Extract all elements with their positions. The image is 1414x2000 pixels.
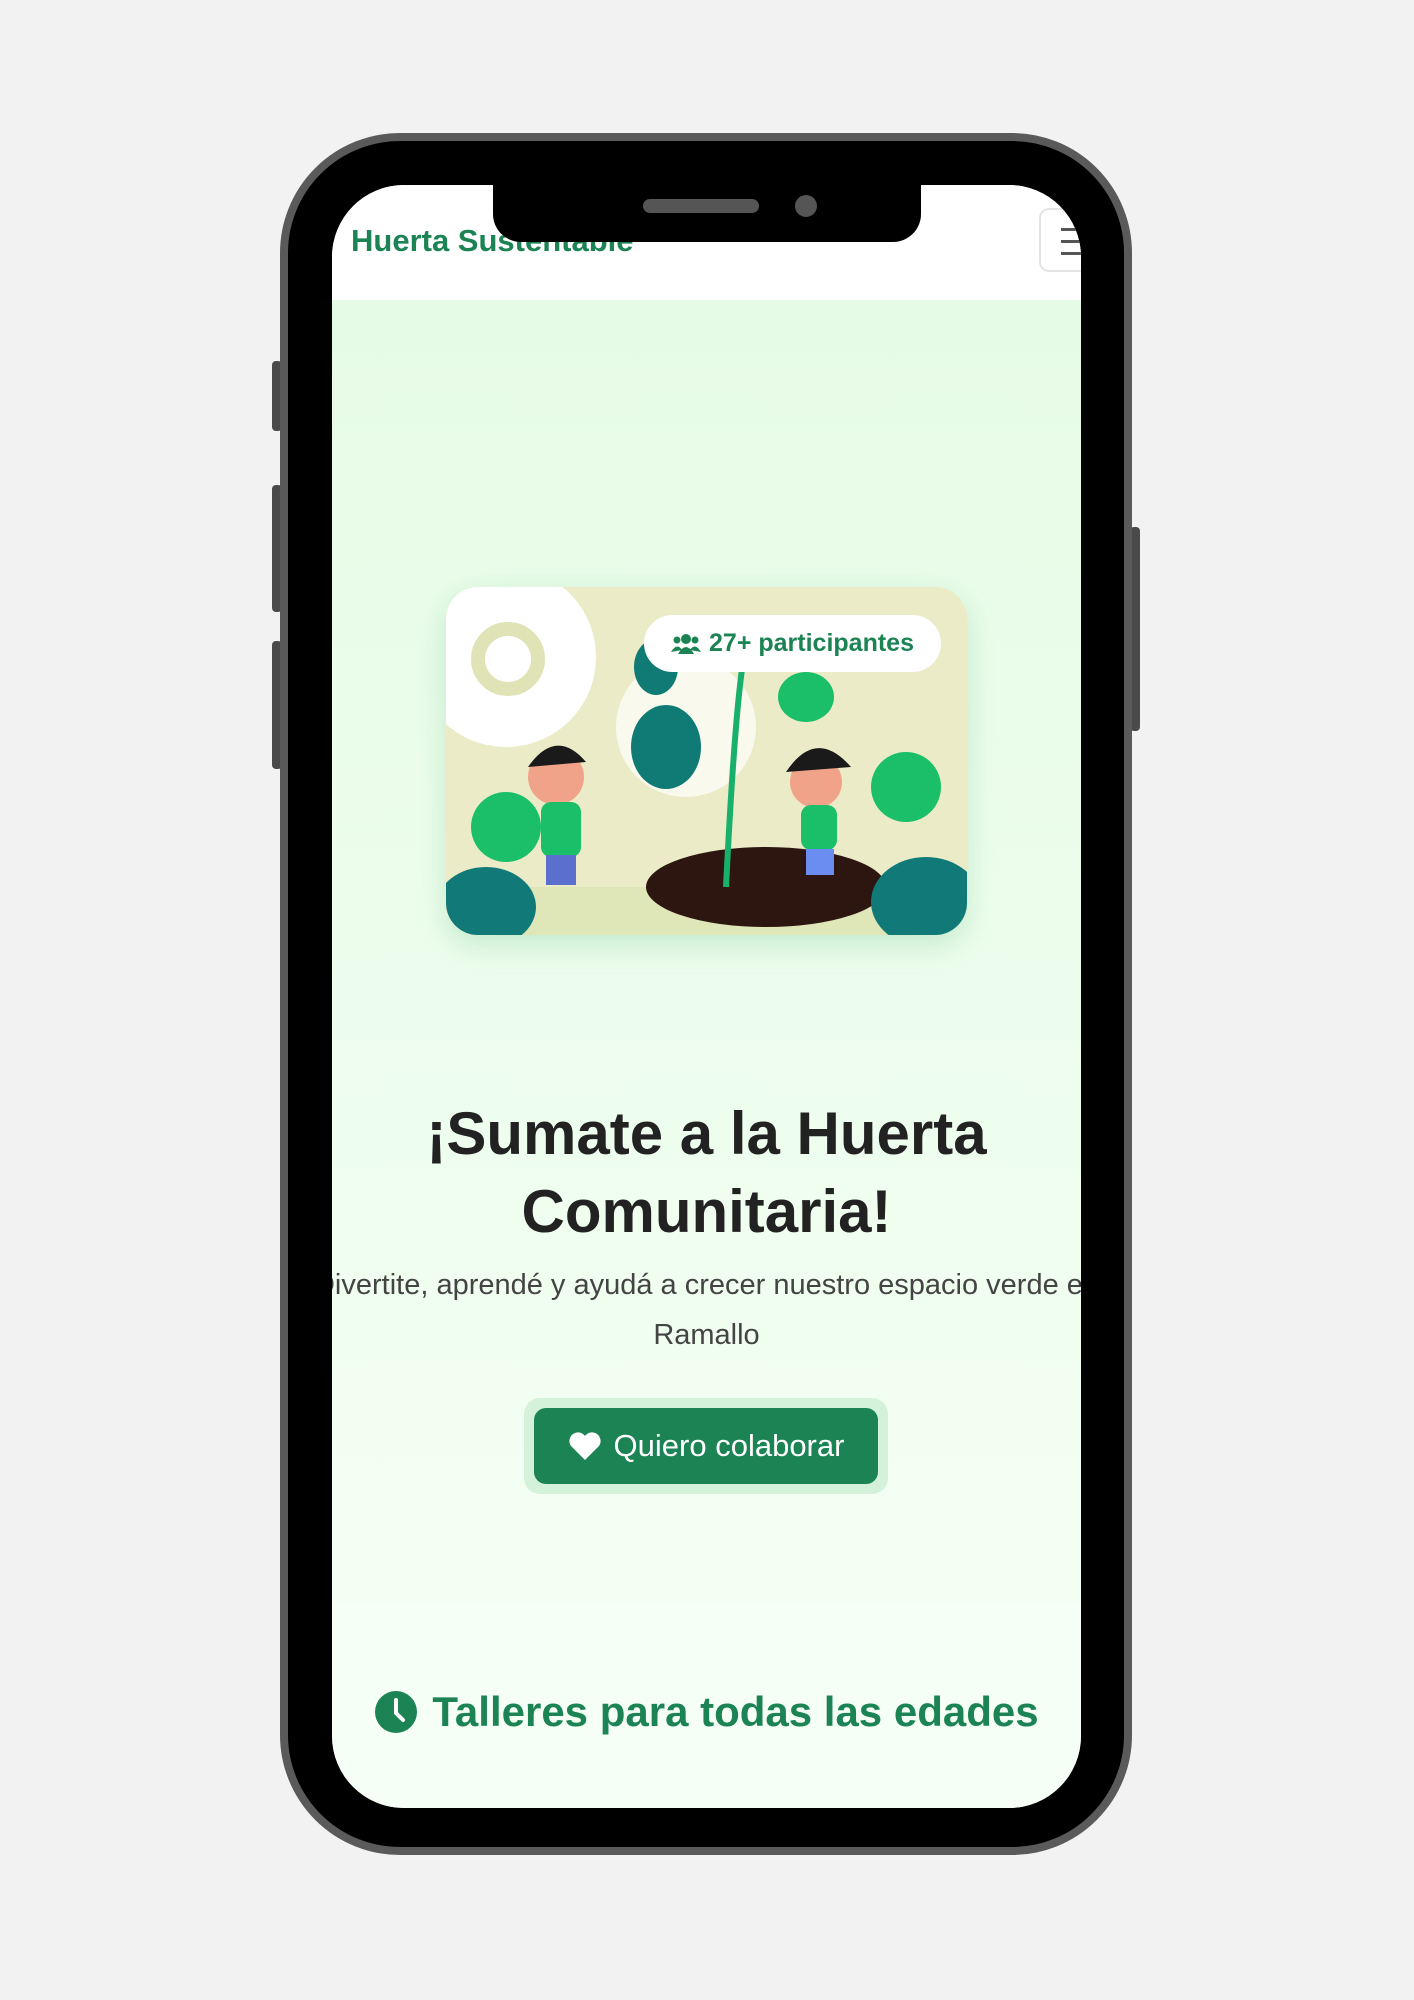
hamburger-icon xyxy=(1061,228,1081,231)
hero-illustration: 27+ participantes xyxy=(446,587,967,935)
workshops-title: Talleres para todas las edades xyxy=(432,1688,1039,1735)
phone-screen: Huerta Sustentable 27+ participantes ¡Su… xyxy=(332,185,1081,1808)
users-icon xyxy=(671,633,702,654)
menu-toggle-button[interactable] xyxy=(1039,208,1081,272)
hamburger-line xyxy=(1061,252,1081,255)
front-camera xyxy=(795,195,817,217)
hero-title: ¡Sumate a la Huerta Comunitaria! xyxy=(426,1100,987,1245)
participants-badge: 27+ participantes xyxy=(644,615,941,672)
phone-notch xyxy=(493,177,921,242)
clock-icon xyxy=(375,1691,418,1733)
hamburger-line xyxy=(1061,240,1081,243)
workshops-heading: Talleres para todas las edades xyxy=(332,1688,1081,1736)
heart-icon xyxy=(568,1432,601,1460)
hero-section: 27+ participantes ¡Sumate a la Huerta Co… xyxy=(332,300,1081,1604)
hero-subtitle: Divertite, aprendé y ayudá a crecer nues… xyxy=(332,1269,1081,1351)
participants-count: 27+ participantes xyxy=(709,629,914,657)
collaborate-button[interactable]: Quiero colaborar xyxy=(534,1408,878,1484)
workshops-section: Talleres para todas las edades xyxy=(332,1604,1081,1808)
speaker-grille xyxy=(643,199,759,213)
cta-focus-ring: Quiero colaborar xyxy=(524,1398,888,1494)
collaborate-label: Quiero colaborar xyxy=(613,1428,845,1463)
